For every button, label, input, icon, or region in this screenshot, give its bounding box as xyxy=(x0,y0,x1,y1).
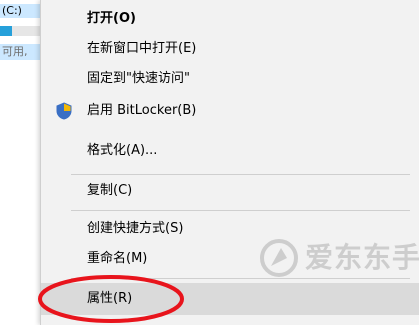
drive-usage-bar-track xyxy=(12,26,42,36)
menu-separator xyxy=(71,174,410,175)
menu-item-label: 重命名(M) xyxy=(87,251,148,266)
menu-item-label: 格式化(A)... xyxy=(87,143,158,158)
menu-item-label: 复制(C) xyxy=(87,183,133,198)
watermark-text: 爱东东手游 xyxy=(305,241,419,274)
menu-item-open-new-window[interactable]: 在新窗口中打开(E) xyxy=(41,34,419,64)
menu-item-format[interactable]: 格式化(A)... xyxy=(41,136,419,166)
menu-item-label: 创建快捷方式(S) xyxy=(87,221,184,236)
menu-item-copy[interactable]: 复制(C) xyxy=(41,176,419,206)
menu-separator xyxy=(71,210,410,211)
menu-item-properties[interactable]: 属性(R) xyxy=(41,283,419,315)
drive-free-space-text: 可用, xyxy=(0,44,42,60)
shield-icon xyxy=(56,102,72,120)
menu-item-label: 固定到"快速访问" xyxy=(87,71,190,86)
menu-item-label: 在新窗口中打开(E) xyxy=(87,41,197,56)
drive-usage-bar-fill xyxy=(0,26,12,36)
menu-item-label: 启用 BitLocker(B) xyxy=(87,103,197,118)
menu-item-pin-quick-access[interactable]: 固定到"快速访问" xyxy=(41,64,419,94)
menu-item-enable-bitlocker[interactable]: 启用 BitLocker(B) xyxy=(41,96,419,126)
watermark: 爱东东手游 xyxy=(260,236,419,280)
menu-item-label: 属性(R) xyxy=(87,291,133,306)
context-menu: 打开(O) 在新窗口中打开(E) 固定到"快速访问" 启用 BitLocker(… xyxy=(40,0,419,325)
menu-item-label: 打开(O) xyxy=(87,11,136,26)
watermark-logo-icon xyxy=(260,239,298,277)
menu-item-open[interactable]: 打开(O) xyxy=(41,4,419,34)
